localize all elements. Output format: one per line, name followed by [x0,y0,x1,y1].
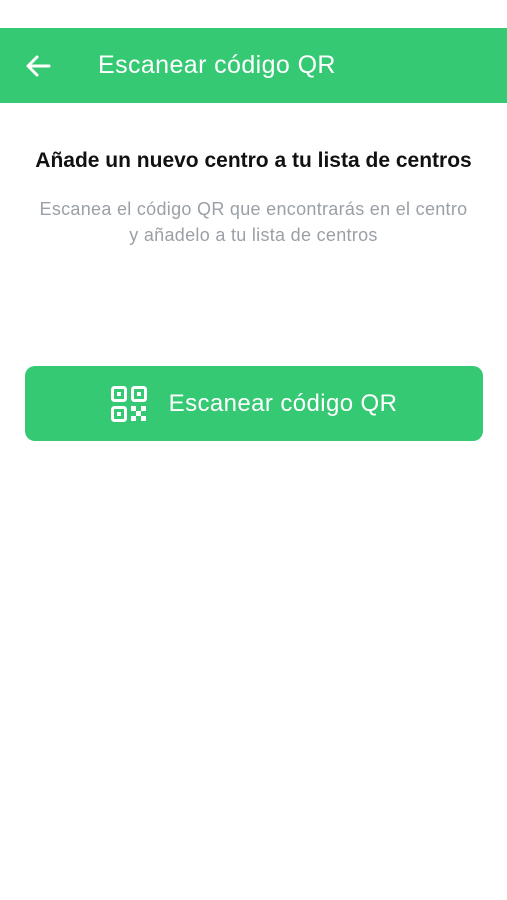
main-content: Añade un nuevo centro a tu lista de cent… [0,103,507,248]
scan-qr-button-label: Escanear código QR [168,389,398,417]
description: Escanea el código QR que encontrarás en … [39,199,468,245]
scan-qr-button[interactable]: Escanear código QR [25,366,483,441]
arrow-left-icon [24,52,52,80]
back-button[interactable] [22,50,54,82]
heading: Añade un nuevo centro a tu lista de cent… [35,149,472,172]
page-title: Escanear código QR [98,51,336,79]
app-bar: Escanear código QR [0,28,507,103]
qr-code-icon [110,385,147,422]
status-bar [0,0,507,28]
